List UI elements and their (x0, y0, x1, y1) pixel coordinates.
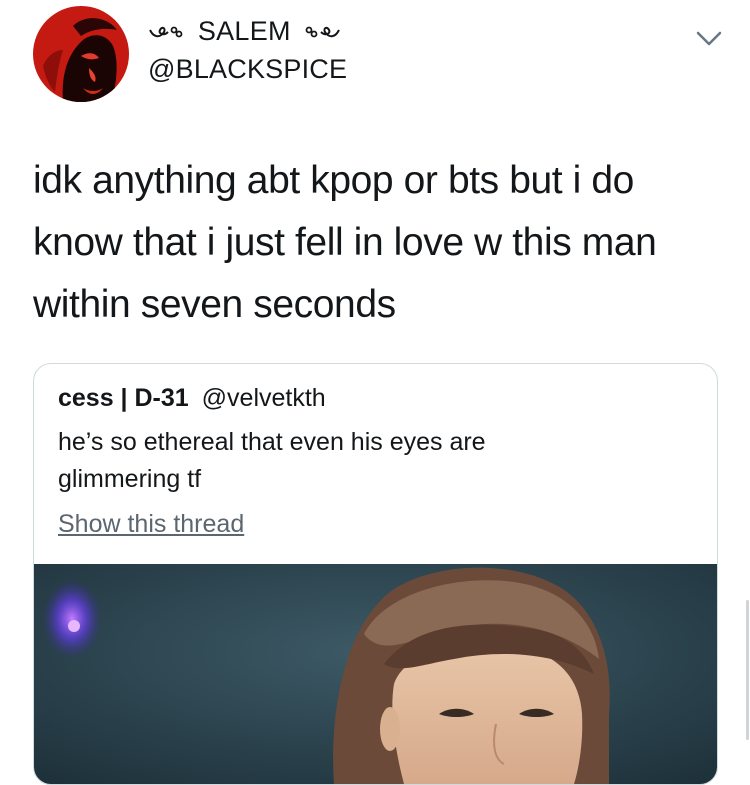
scrollbar[interactable] (744, 0, 750, 750)
profile-avatar[interactable] (33, 6, 129, 102)
ornament-left-icon (149, 26, 183, 38)
quoted-tweet-handle: @velvetkth (201, 384, 326, 412)
video-thumbnail[interactable] (34, 564, 717, 784)
quoted-tweet-header: cess | D-31 @velvetkth (58, 384, 326, 413)
ornament-right-icon (305, 26, 340, 38)
media-image (34, 564, 717, 784)
quoted-tweet-text-line: he’s so ethereal that even his eyes are (58, 428, 486, 456)
quoted-tweet-name: cess | D-31 (58, 384, 189, 412)
quoted-tweet-text-line: glimmering tf (58, 465, 202, 493)
display-name[interactable]: SALEM (148, 16, 341, 47)
show-thread-link[interactable]: Show this thread (58, 510, 244, 539)
avatar-image (33, 6, 129, 102)
tweet-text: idk anything abt kpop or bts but i do kn… (33, 150, 723, 336)
quoted-tweet-text: he’s so ethereal that even his eyes are … (58, 424, 658, 498)
tweet-text-line: know that i just fell in love w this man (33, 221, 657, 264)
chevron-down-icon[interactable] (694, 26, 724, 50)
display-name-text: SALEM (197, 16, 291, 46)
tweet-text-line: within seven seconds (33, 283, 396, 326)
quoted-tweet-card[interactable]: cess | D-31 @velvetkth he’s so ethereal … (33, 363, 718, 785)
tweet-text-line: idk anything abt kpop or bts but i do (33, 159, 634, 202)
user-handle[interactable]: @BLACKSPICE (148, 54, 347, 85)
